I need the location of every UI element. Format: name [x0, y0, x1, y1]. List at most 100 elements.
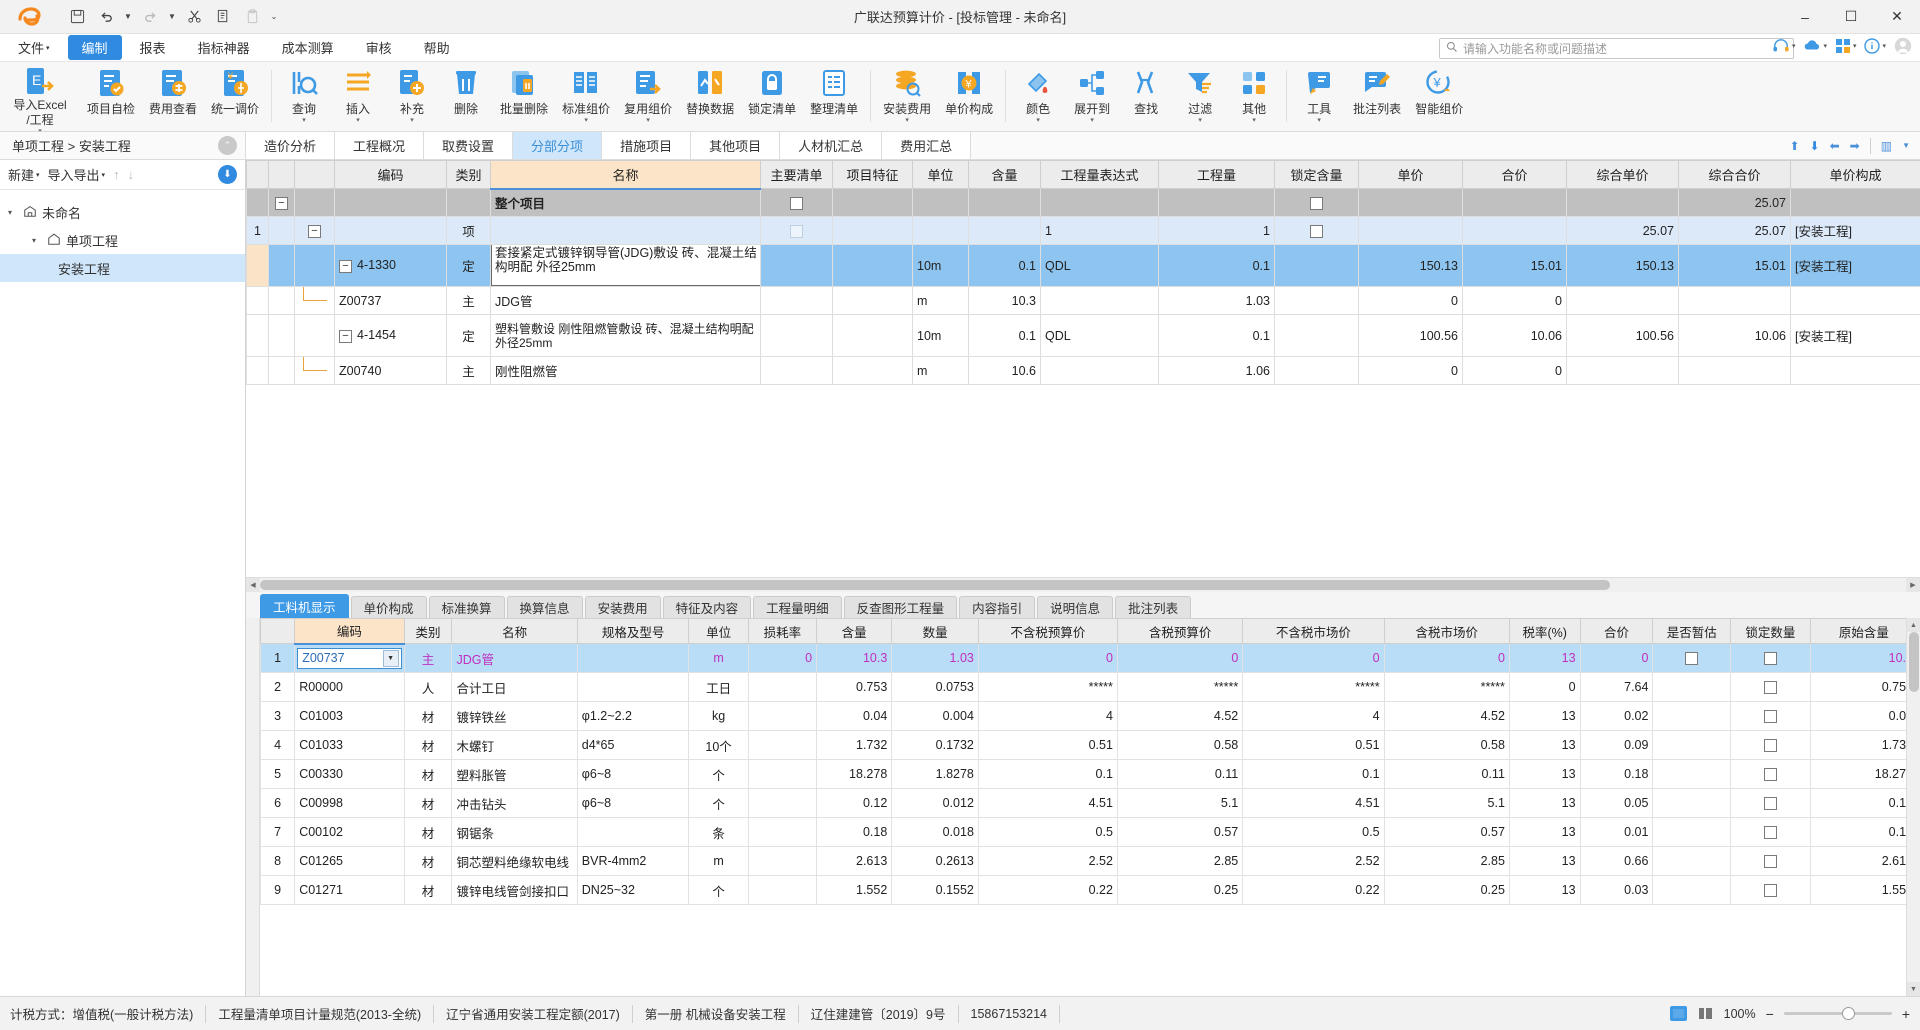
cell-total-price[interactable]: 0.01: [1579, 817, 1654, 847]
cell-unit[interactable]: m: [688, 643, 749, 673]
cell-content[interactable]: 0.753: [816, 672, 893, 702]
cell-comp-unit-price[interactable]: 100.56: [1566, 314, 1679, 357]
cell-loss-rate[interactable]: [747, 788, 818, 818]
col-main-list[interactable]: 主要清单: [760, 160, 833, 189]
cell-lock-quantity[interactable]: [1729, 846, 1811, 876]
cell-quantity[interactable]: 0.012: [891, 788, 979, 818]
cell-unit[interactable]: 10m: [912, 244, 969, 287]
cell-budget-price-inc-tax[interactable]: 5.1: [1116, 788, 1244, 818]
cell-budget-price-ex-tax[interactable]: 2.52: [977, 846, 1118, 876]
cell-lock-content[interactable]: [1274, 286, 1359, 315]
ribbon-button-fee-view[interactable]: 费用查看: [142, 66, 204, 130]
cell-content[interactable]: [968, 188, 1041, 217]
cell-quantity[interactable]: 0.1732: [891, 730, 979, 760]
cell-unit[interactable]: m: [688, 846, 749, 876]
cell-budget-price-inc-tax[interactable]: 0.57: [1116, 817, 1244, 847]
cell-category[interactable]: 主: [403, 643, 453, 673]
move-up-icon[interactable]: ⬆: [1789, 139, 1799, 153]
cell-lock-content[interactable]: [1274, 244, 1359, 287]
cell-total-price[interactable]: 0: [1579, 643, 1654, 673]
cell-content[interactable]: 1.732: [816, 730, 893, 760]
ribbon-button-install-fee[interactable]: 安装费用 ▾: [876, 66, 938, 130]
cell-tax-rate[interactable]: 0: [1508, 672, 1581, 702]
cell-original-content[interactable]: 1.552: [1809, 875, 1906, 905]
cell-code[interactable]: C00102: [294, 817, 405, 847]
col-lock-quantity[interactable]: 锁定数量: [1729, 618, 1811, 644]
cell-name[interactable]: 套接紧定式镀锌钢导管(JDG)敷设 砖、混凝土结构明配 外径25mm: [490, 244, 761, 287]
cell-lock-content[interactable]: [1274, 356, 1359, 385]
cell-budget-price-ex-tax[interactable]: 0.5: [977, 817, 1118, 847]
cell-code[interactable]: R00000: [294, 672, 405, 702]
checkbox[interactable]: [1763, 826, 1777, 840]
cell-budget-price-ex-tax[interactable]: 4: [977, 701, 1118, 731]
cell-spec[interactable]: DN25~32: [576, 875, 690, 905]
window-controls[interactable]: – ☐ ✕: [1782, 0, 1920, 34]
col-loss-rate[interactable]: 损耗率: [747, 618, 818, 644]
checkbox[interactable]: [1763, 710, 1777, 724]
checkbox[interactable]: [790, 196, 803, 210]
cell-tax-rate[interactable]: 13: [1508, 730, 1581, 760]
cell-name[interactable]: JDG管: [490, 286, 761, 315]
cell-is-estimated[interactable]: [1652, 701, 1731, 731]
col-budget-price-ex-tax[interactable]: 不含税预算价: [977, 618, 1118, 644]
menu-item-cost[interactable]: 成本测算: [268, 35, 348, 60]
checkbox[interactable]: [790, 224, 803, 238]
tab-fee-settings[interactable]: 取费设置: [424, 132, 514, 159]
col-unit-price[interactable]: 单价: [1358, 160, 1463, 189]
ribbon-button-replace-data[interactable]: 替换数据: [679, 66, 741, 130]
cell-spec[interactable]: φ6~8: [576, 759, 690, 789]
table-row[interactable]: 1 Z00737 ▼ 主 JDG管 m 0 10.3 1.03 0 0 0 0 …: [260, 643, 1906, 673]
cell-quantity[interactable]: 1.06: [1158, 356, 1275, 385]
collapse-icon[interactable]: −: [339, 260, 352, 273]
ribbon-button-annotation-list[interactable]: 批注列表: [1346, 66, 1408, 130]
cell-quantity[interactable]: 0.1552: [891, 875, 979, 905]
subdivision-grid-scroll[interactable]: 编码 类别 名称 主要清单 项目特征 单位 含量 工程量表达式 工程量 锁定含量…: [246, 160, 1920, 577]
cell-main-list[interactable]: [760, 216, 833, 245]
scrollbar-thumb[interactable]: [260, 579, 1610, 590]
cell-unit-price[interactable]: 0: [1358, 356, 1463, 385]
cell-code[interactable]: C00330: [294, 759, 405, 789]
cell-content[interactable]: 0.1: [968, 314, 1041, 357]
col-total-price[interactable]: 合价: [1579, 618, 1654, 644]
cell-market-price-ex-tax[interactable]: 0: [1242, 643, 1385, 673]
cell-price-composition[interactable]: [1790, 286, 1920, 315]
cell-tax-rate[interactable]: 13: [1508, 759, 1581, 789]
col-lock-content[interactable]: 锁定含量: [1274, 160, 1359, 189]
cell-category[interactable]: 材: [403, 759, 453, 789]
cell-total-price[interactable]: 0.03: [1579, 875, 1654, 905]
scroll-right-icon[interactable]: ▶: [1906, 577, 1920, 592]
detail-vertical-scrollbar[interactable]: ▲ ▼: [1906, 618, 1920, 996]
col-code[interactable]: 编码: [294, 618, 405, 645]
cell-loss-rate[interactable]: [747, 730, 818, 760]
download-icon[interactable]: ⬇: [218, 165, 237, 184]
cell-lock-quantity[interactable]: [1729, 817, 1811, 847]
cell-original-content[interactable]: 0.12: [1809, 788, 1906, 818]
cell-loss-rate[interactable]: 0: [747, 643, 818, 673]
cell-unit[interactable]: 条: [688, 817, 749, 847]
col-market-price-inc-tax[interactable]: 含税市场价: [1383, 618, 1510, 644]
checkbox[interactable]: [1763, 768, 1777, 782]
cell-lock-content[interactable]: [1274, 188, 1359, 217]
cell-market-price-ex-tax[interactable]: 4: [1242, 701, 1385, 731]
tab-other-items[interactable]: 其他项目: [691, 132, 781, 159]
zoom-slider-knob[interactable]: [1841, 1007, 1855, 1020]
scrollbar-track[interactable]: [260, 577, 1906, 592]
menu-item-help[interactable]: 帮助: [410, 35, 464, 60]
cell-unit[interactable]: [912, 216, 969, 245]
cell-budget-price-inc-tax[interactable]: 0: [1116, 643, 1244, 673]
cell-market-price-ex-tax[interactable]: 0.5: [1242, 817, 1385, 847]
cell-unit[interactable]: 个: [688, 875, 749, 905]
cell-feature[interactable]: [832, 244, 913, 287]
cell-expression[interactable]: QDL: [1040, 244, 1159, 287]
cell-budget-price-ex-tax[interactable]: *****: [977, 672, 1118, 702]
cell-spec[interactable]: [576, 643, 690, 673]
cell-unit-price[interactable]: 0: [1358, 286, 1463, 315]
cell-content[interactable]: 0.1: [968, 244, 1041, 287]
cell-total-price[interactable]: 0.02: [1579, 701, 1654, 731]
cell-main-list[interactable]: [760, 356, 833, 385]
cell-feature[interactable]: [832, 286, 913, 315]
ribbon-button-price-adjust[interactable]: ¥ 统一调价: [204, 66, 266, 130]
undo-caret-icon[interactable]: ▼: [122, 5, 134, 29]
table-row[interactable]: 9 C01271 材 镀锌电线管剑接扣口 DN25~32 个 1.552 0.1…: [260, 875, 1906, 905]
cell-loss-rate[interactable]: [747, 875, 818, 905]
